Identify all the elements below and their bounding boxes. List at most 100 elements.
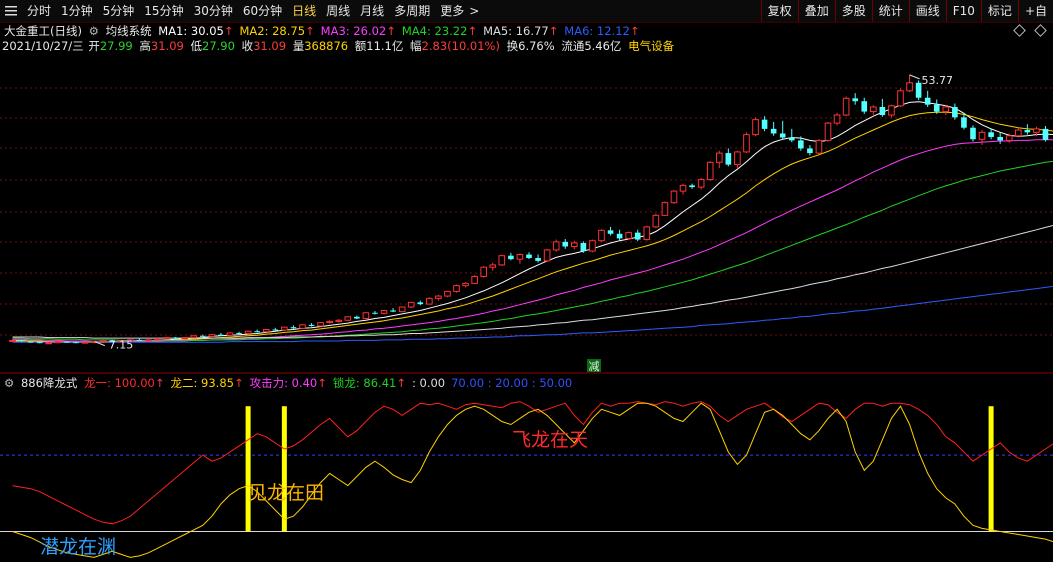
candle-body-up bbox=[1033, 128, 1040, 133]
max-price-pointer bbox=[909, 74, 920, 80]
candle-body-down bbox=[18, 340, 25, 342]
candle-body-down bbox=[634, 232, 641, 240]
candle-body-down bbox=[354, 316, 360, 319]
candle-body-up bbox=[299, 324, 306, 329]
candle-body-up bbox=[824, 122, 832, 141]
candle-body-up bbox=[652, 214, 660, 228]
candle-body-up bbox=[715, 152, 723, 163]
candle-body-down bbox=[952, 106, 958, 118]
candle-body-up bbox=[1014, 129, 1022, 137]
candle-body-down bbox=[924, 97, 931, 105]
candle-body-down bbox=[535, 258, 541, 261]
ma-line-ma4 bbox=[12, 160, 1053, 341]
candle-body-down bbox=[779, 133, 786, 138]
candle-body-up bbox=[978, 131, 986, 140]
candle-body-down bbox=[36, 342, 43, 344]
candle-body-down bbox=[372, 312, 378, 314]
reduce-badge: 减 bbox=[589, 360, 600, 373]
kline-chart[interactable]: 53.77 7.15 减 bbox=[0, 0, 1053, 562]
candle-body-up bbox=[181, 337, 188, 340]
candle-body-up bbox=[426, 297, 433, 305]
candle-body-up bbox=[643, 226, 651, 241]
max-price-label: 53.77 bbox=[922, 74, 954, 87]
candle-body-up bbox=[9, 339, 16, 342]
candle-body-down bbox=[807, 148, 813, 154]
candle-body-up bbox=[226, 332, 234, 336]
candle-body-up bbox=[734, 151, 741, 166]
annotation-field-dragon: 见龙在田 bbox=[248, 482, 325, 504]
up-arrow-icon: ↑ bbox=[317, 376, 327, 390]
candle-body-up bbox=[942, 106, 950, 113]
candle-body-up bbox=[45, 342, 53, 345]
indicator-header: ⚙ 886降龙式 龙一: 100.00↑ 龙二: 93.85↑ 攻击力: 0.40↑… bbox=[4, 376, 581, 391]
candle-body-up bbox=[589, 240, 596, 252]
candle-body-up bbox=[498, 255, 506, 266]
candle-body-down bbox=[27, 341, 34, 343]
candle-body-up bbox=[679, 184, 687, 192]
indicator-title[interactable]: 886降龙式 bbox=[21, 376, 77, 390]
candle-body-down bbox=[852, 98, 859, 102]
candle-body-up bbox=[897, 90, 904, 107]
indicator-readout-4: : 0.00 bbox=[411, 376, 446, 390]
candle-body-down bbox=[562, 241, 569, 247]
candle-body-down bbox=[254, 331, 260, 333]
candle-body-up bbox=[335, 319, 343, 322]
candle-body-down bbox=[1042, 128, 1049, 140]
candle-body-up bbox=[163, 337, 170, 340]
candle-body-up bbox=[661, 202, 669, 216]
candle-body-down bbox=[64, 341, 70, 343]
ma-line-ma2 bbox=[12, 111, 1053, 343]
candle-body-down bbox=[236, 332, 242, 334]
candle-body-up bbox=[244, 330, 252, 335]
candle-body-up bbox=[262, 328, 270, 333]
candle-body-up bbox=[154, 338, 161, 341]
candle-body-up bbox=[462, 282, 469, 287]
candle-body-up bbox=[697, 179, 705, 188]
up-arrow-icon: ↑ bbox=[396, 376, 406, 390]
indicator-readout-1: 龙二: 93.85 bbox=[170, 376, 234, 390]
candle-body-down bbox=[290, 327, 297, 329]
signal-bar bbox=[245, 406, 251, 532]
candle-body-up bbox=[326, 320, 333, 324]
candle-body-up bbox=[344, 316, 352, 321]
candle-body-up bbox=[552, 241, 560, 251]
candle-body-down bbox=[417, 302, 424, 305]
candle-body-down bbox=[199, 335, 206, 337]
candle-body-down bbox=[961, 117, 967, 128]
candle-body-up bbox=[471, 275, 478, 284]
candle-body-down bbox=[308, 324, 315, 327]
candle-body-down bbox=[580, 243, 587, 252]
candle-body-up bbox=[190, 335, 198, 339]
candle-body-up bbox=[489, 264, 497, 268]
candle-body-up bbox=[1005, 135, 1013, 141]
candle-body-up bbox=[743, 134, 750, 153]
candle-body-down bbox=[607, 230, 614, 234]
indicator-readout-2: 攻击力: 0.40 bbox=[249, 376, 318, 390]
candle-body-up bbox=[81, 341, 89, 344]
candle-body-down bbox=[508, 255, 514, 260]
candle-body-down bbox=[988, 132, 994, 137]
candle-body-up bbox=[598, 229, 605, 242]
min-price-label: 7.15 bbox=[109, 339, 134, 352]
candle-body-down bbox=[761, 119, 768, 129]
candle-body-up bbox=[281, 326, 288, 331]
candle-body-up bbox=[516, 254, 524, 260]
indicator-readout-0: 龙一: 100.00 bbox=[84, 376, 155, 390]
candle-body-up bbox=[453, 285, 460, 292]
candle-body-down bbox=[526, 254, 532, 258]
candle-body-up bbox=[842, 97, 850, 116]
signal-bar bbox=[988, 406, 994, 532]
candle-body-down bbox=[73, 342, 79, 344]
candle-body-up bbox=[317, 322, 324, 327]
annotation-fly-dragon: 飞龙在天 bbox=[512, 429, 589, 451]
candle-body-down bbox=[798, 140, 804, 149]
candle-body-down bbox=[997, 136, 1003, 141]
candle-body-down bbox=[272, 329, 279, 331]
candle-body-down bbox=[770, 128, 777, 134]
candle-body-down bbox=[616, 233, 623, 239]
up-arrow-icon: ↑ bbox=[233, 376, 244, 390]
candle-body-up bbox=[444, 290, 451, 297]
indicator-readout-3: 锁龙: 86.41 bbox=[332, 376, 397, 390]
candle-body-up bbox=[888, 105, 895, 116]
indicator-gear-icon[interactable]: ⚙ bbox=[4, 376, 14, 390]
